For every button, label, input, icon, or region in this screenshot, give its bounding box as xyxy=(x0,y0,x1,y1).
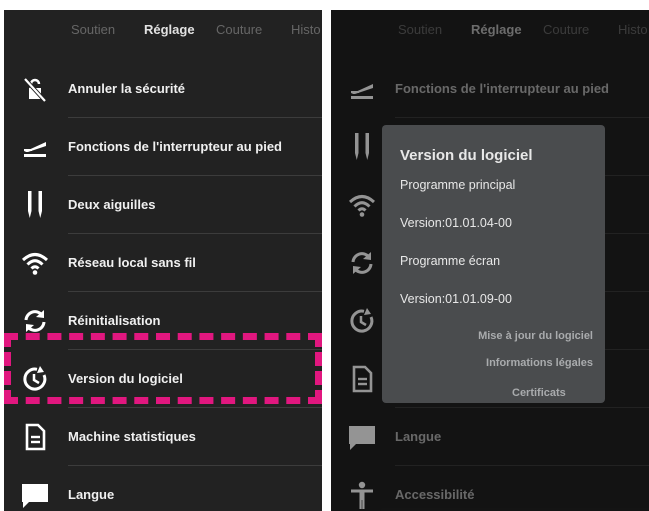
screen-program-version: Version:01.01.09-00 xyxy=(400,292,512,306)
main-program-version: Version:01.01.04-00 xyxy=(400,216,512,230)
tab-couture[interactable]: Couture xyxy=(216,22,262,37)
twin-needle-icon xyxy=(18,188,52,222)
menu-item-machine-statistiques[interactable]: Machine statistiques xyxy=(4,408,322,466)
menu-label: Deux aiguilles xyxy=(68,197,156,212)
menu-item-reseau-sans-fil[interactable]: Réseau local sans fil xyxy=(4,234,322,292)
menu-item-annuler-securite[interactable]: Annuler la sécurité xyxy=(4,60,322,118)
menu-label: Langue xyxy=(68,487,115,502)
menu-item-deux-aiguilles[interactable]: Deux aiguilles xyxy=(4,176,322,234)
tab-historique[interactable]: Histo xyxy=(291,22,321,37)
software-update-link[interactable]: Mise à jour du logiciel xyxy=(478,330,593,342)
unlock-icon xyxy=(18,72,52,106)
settings-screen-left: Soutien Réglage Couture Histo Annuler la… xyxy=(4,10,322,511)
main-program-label: Programme principal xyxy=(400,178,516,192)
tab-bar: Soutien Réglage Couture Histo xyxy=(4,10,322,48)
tab-soutien[interactable]: Soutien xyxy=(71,22,115,37)
wifi-icon xyxy=(18,246,52,280)
menu-item-langue[interactable]: Langue xyxy=(4,466,322,511)
menu-label: Annuler la sécurité xyxy=(68,81,186,96)
certificates-link[interactable]: Certificats xyxy=(512,387,566,399)
screen-program-label: Programme écran xyxy=(400,254,501,268)
menu-label: Réseau local sans fil xyxy=(68,255,196,270)
legal-info-link[interactable]: Informations légales xyxy=(486,357,593,369)
settings-screen-right: Soutien Réglage Couture Histo Fonctions … xyxy=(331,10,649,511)
dialog-title: Version du logiciel xyxy=(400,147,533,164)
speech-bubble-icon xyxy=(18,478,52,511)
menu-item-interrupteur-pied[interactable]: Fonctions de l'interrupteur au pied xyxy=(4,118,322,176)
menu-label: Machine statistiques xyxy=(68,429,196,444)
foot-pedal-icon xyxy=(18,130,52,164)
tab-reglage[interactable]: Réglage xyxy=(144,22,195,37)
menu-label: Fonctions de l'interrupteur au pied xyxy=(68,139,282,154)
highlight-frame xyxy=(4,333,322,404)
document-icon xyxy=(18,420,52,454)
software-version-dialog: Version du logiciel Programme principal … xyxy=(382,125,605,403)
